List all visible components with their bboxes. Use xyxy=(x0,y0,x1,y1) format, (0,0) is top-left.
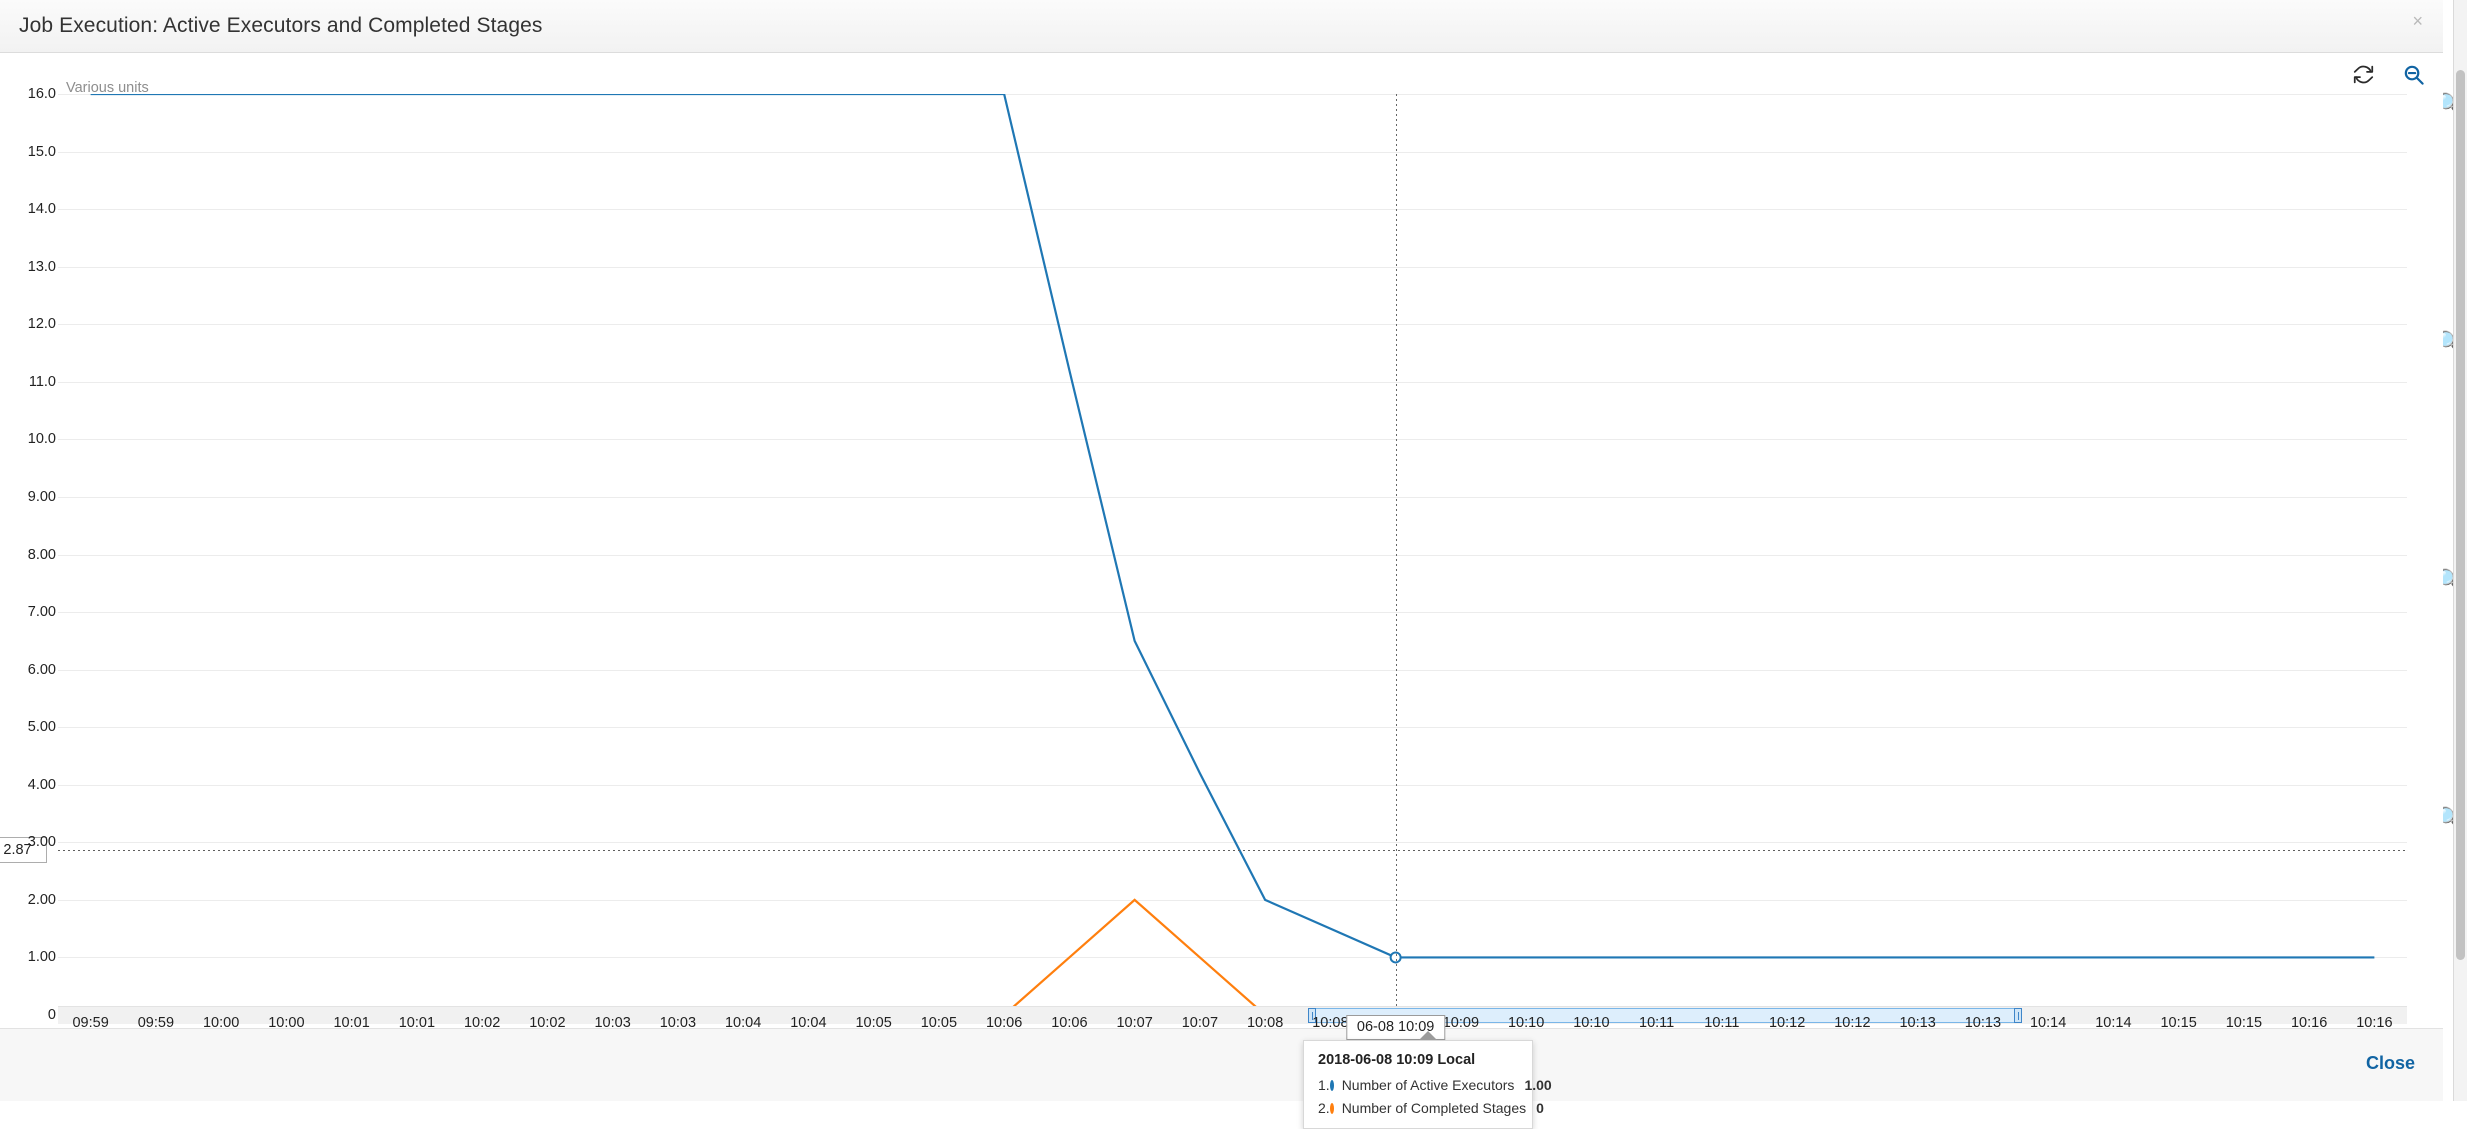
chart-tooltip: 2018-06-08 10:09 Local 1. Number of Activ… xyxy=(1303,1040,1552,1129)
refresh-icon[interactable] xyxy=(2353,64,2374,85)
tooltip-series-name: Number of Completed Stages xyxy=(1341,1100,1527,1116)
tooltip-row-index: 1. xyxy=(1318,1077,1330,1093)
cursor-crosshair-line xyxy=(1395,94,1397,1015)
page-scrollbar[interactable] xyxy=(2453,0,2467,1101)
y-axis-tick-label: 16.0 xyxy=(27,86,56,102)
tooltip-series-value: 1.00 xyxy=(1524,1077,1552,1093)
cursor-value-line xyxy=(58,849,2407,851)
chart-modal-dialog: Job Execution: Active Executors and Comp… xyxy=(0,0,2443,1129)
close-icon[interactable]: × xyxy=(2412,12,2423,30)
tooltip-title: 2018-06-08 10:09 Local xyxy=(1318,1052,1476,1068)
chart-panel: Various units 2.87 16.0 15.0 14.0 13.0 12.0 1… xyxy=(0,53,2443,1129)
zoom-out-icon[interactable] xyxy=(2402,63,2425,86)
tooltip-series-marker xyxy=(1329,1079,1334,1091)
tooltip-row: 1. Number of Active Executors 1.00 xyxy=(1318,1077,1552,1093)
y-axis-tick-label: 8.00 xyxy=(27,546,56,563)
y-axis-tick-label: 13.0 xyxy=(27,258,56,275)
y-axis-tick-label: 2.00 xyxy=(27,891,56,908)
y-axis-tick-label: 15.0 xyxy=(27,143,56,160)
y-axis-tick-label: 4.00 xyxy=(27,776,56,793)
tooltip-series-name: Number of Active Executors xyxy=(1341,1077,1515,1093)
series-lines xyxy=(58,94,2407,1015)
tooltip-arrow xyxy=(1419,1031,1437,1040)
tooltip-row-index: 2. xyxy=(1318,1100,1330,1116)
modal-header: Job Execution: Active Executors and Comp… xyxy=(0,0,2443,53)
y-axis-tick-label: 12.0 xyxy=(27,316,56,333)
y-axis-tick-label: 6.00 xyxy=(27,661,56,678)
tooltip-rows: 1. Number of Active Executors 1.00 2. Number… xyxy=(1318,1077,1552,1116)
y-axis-tick-label: 0 xyxy=(47,1007,56,1023)
y-axis-tick-label: 14.0 xyxy=(27,201,56,218)
page-title: Job Execution: Active Executors and Comp… xyxy=(19,14,543,37)
modal-footer: Close xyxy=(0,1028,2443,1101)
y-axis-tick-label: 7.00 xyxy=(27,604,56,621)
close-button[interactable]: Close xyxy=(2366,1053,2415,1074)
y-axis-tick-label: 3.00 xyxy=(27,834,56,851)
y-axis-tick-label: 11.0 xyxy=(28,373,56,390)
tooltip-series-value: 0 xyxy=(1536,1100,1544,1116)
tooltip-series-marker xyxy=(1329,1102,1334,1114)
page-scrollbar-thumb[interactable] xyxy=(2456,70,2465,960)
tooltip-row: 2. Number of Completed Stages 0 xyxy=(1318,1100,1544,1116)
chart-toolbar xyxy=(2353,63,2425,86)
y-axis-tick-label: 9.00 xyxy=(27,488,56,505)
y-axis-tick-label: 10.0 xyxy=(27,431,56,448)
series-line xyxy=(91,94,2375,957)
y-axis-tick-label: 1.00 xyxy=(27,949,56,966)
plot-area[interactable]: Various units 2.87 16.0 15.0 14.0 13.0 12.0 1… xyxy=(0,80,2407,1023)
y-axis-tick-label: 5.00 xyxy=(27,719,56,736)
